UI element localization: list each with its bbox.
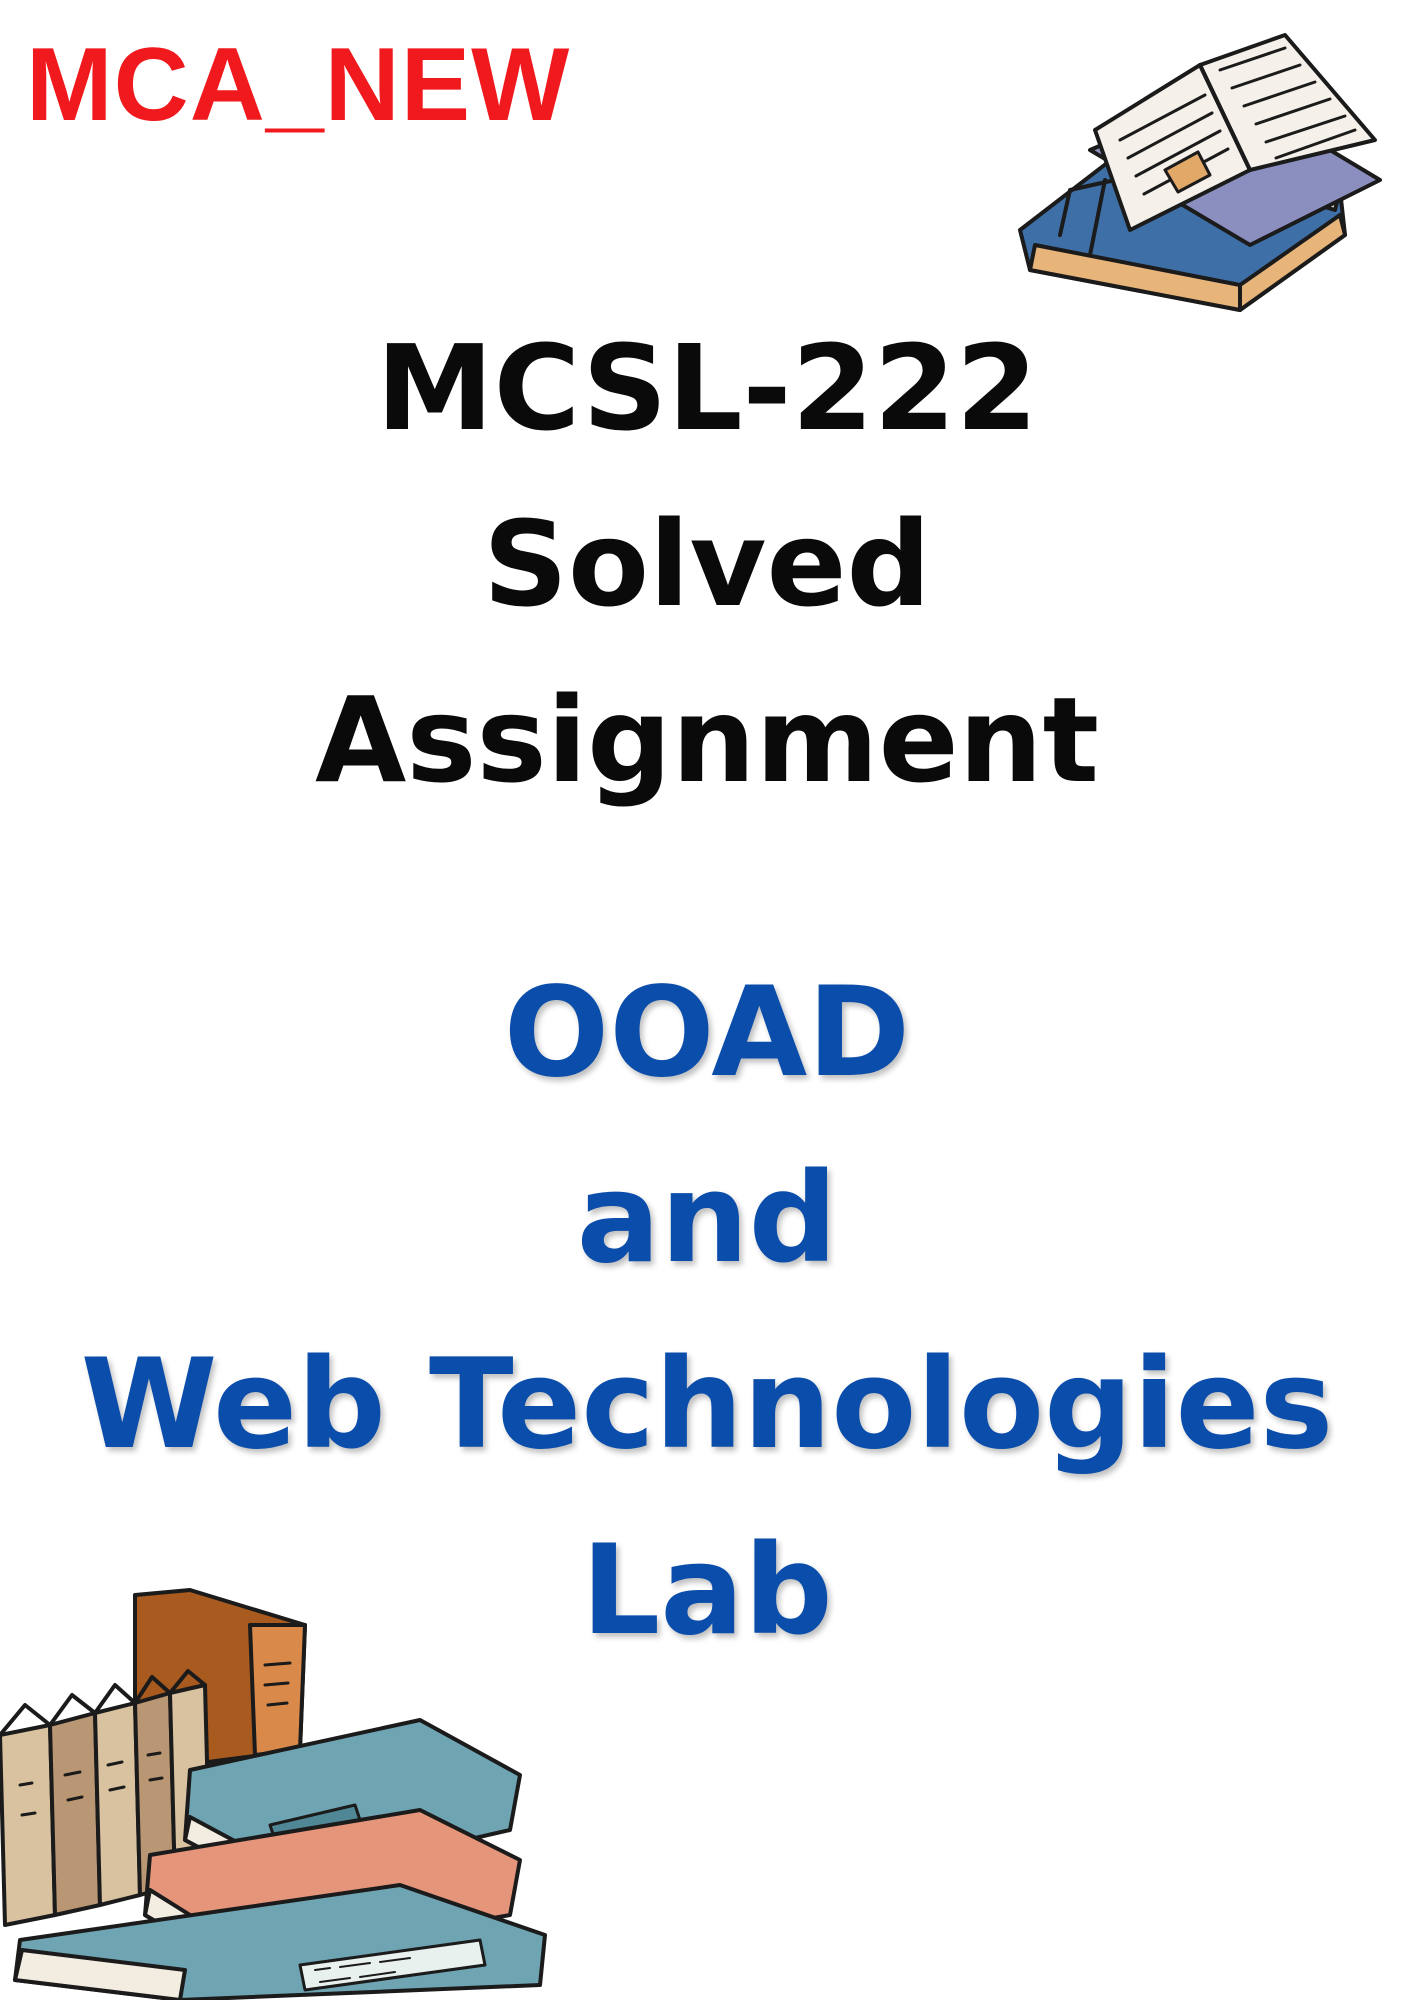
subject-title: OOAD and Web Technologies Lab <box>0 940 1414 1684</box>
subject-line-1: OOAD <box>503 961 911 1105</box>
program-tag: MCA_NEW <box>26 27 571 143</box>
course-title: MCSL-222 Solved Assignment <box>0 300 1414 828</box>
course-title-line-2: Solved <box>483 495 931 633</box>
open-book-icon <box>1018 33 1382 312</box>
course-code: MCSL-222 <box>376 319 1038 457</box>
subject-line-3: Web Technologies <box>80 1333 1334 1477</box>
course-title-line-3: Assignment <box>314 671 1100 809</box>
subject-line-2: and <box>576 1147 838 1291</box>
stack-of-books-icon <box>0 1588 547 2000</box>
